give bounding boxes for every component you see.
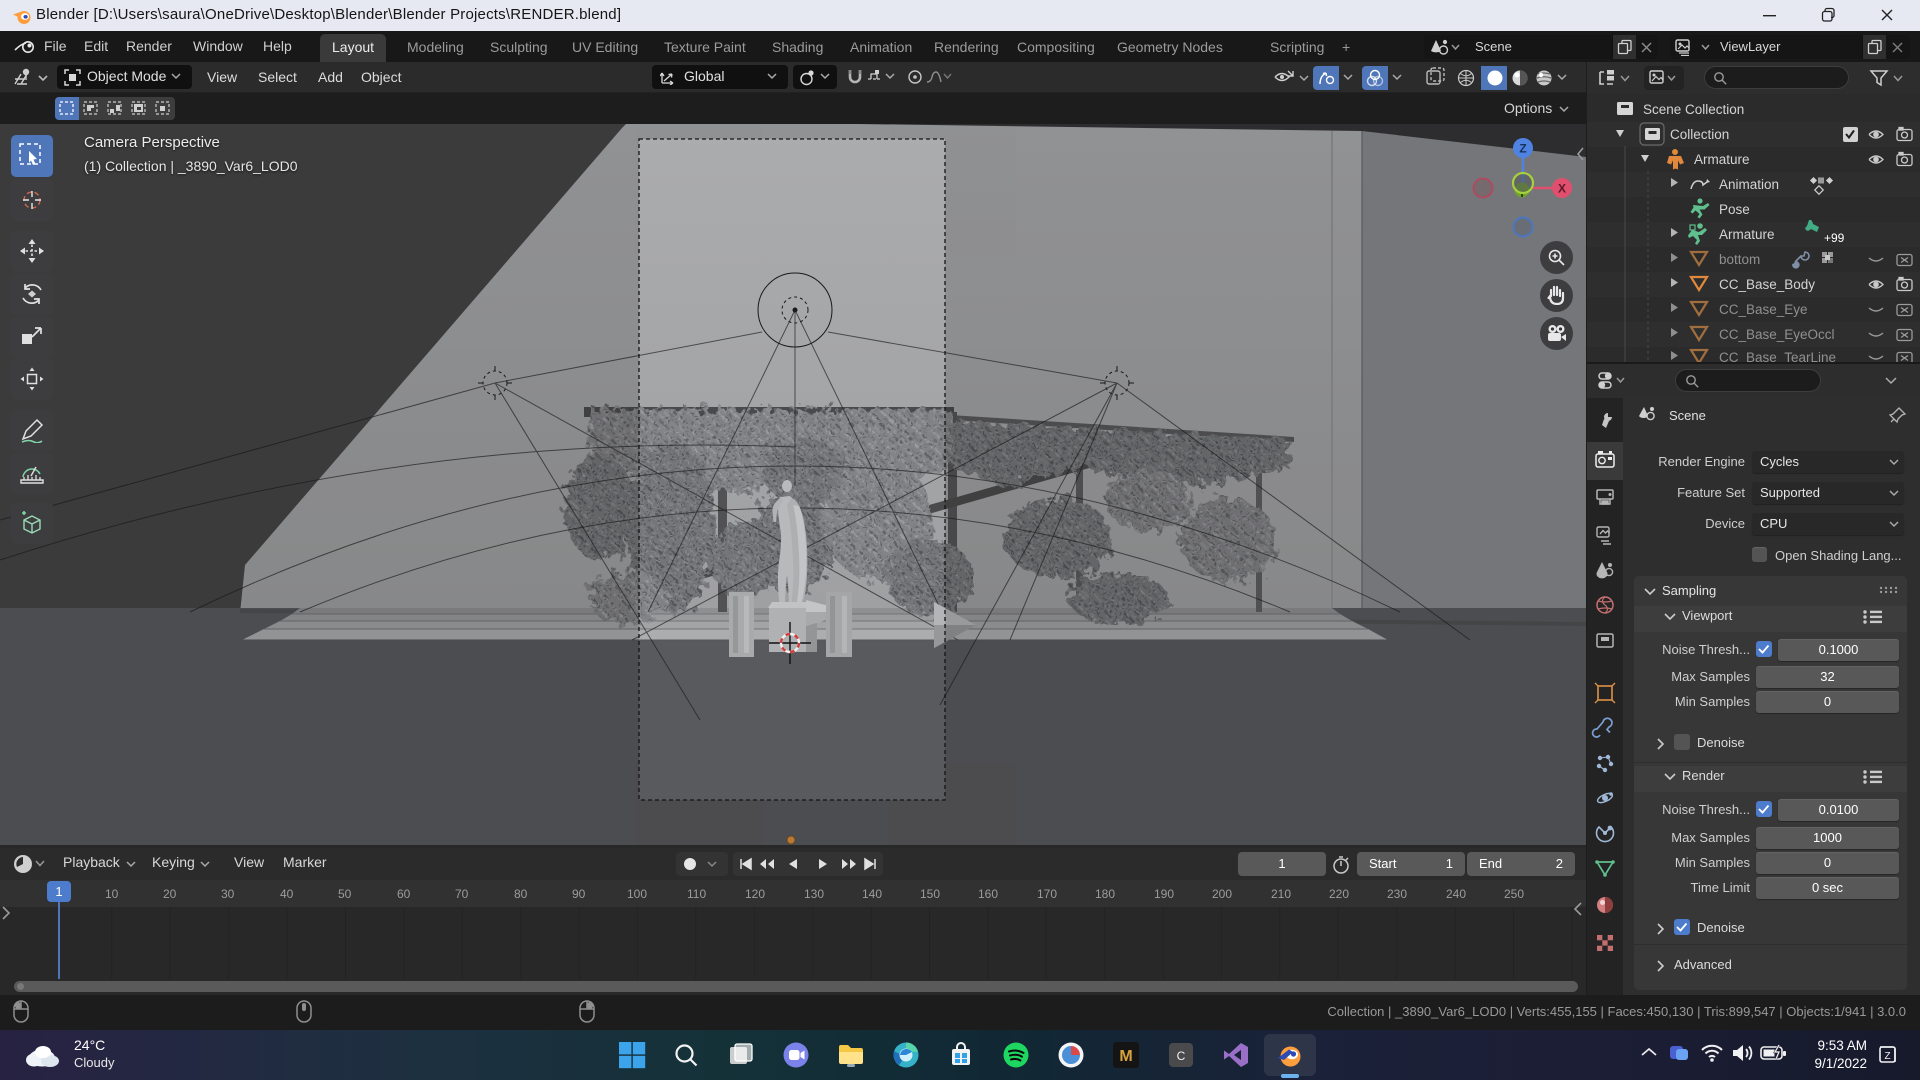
svg-text:Collection: Collection xyxy=(1670,127,1729,142)
svg-text:X: X xyxy=(1558,182,1566,196)
svg-text:Armature: Armature xyxy=(1694,152,1750,167)
svg-text:C: C xyxy=(1177,1049,1186,1063)
svg-text:Animation: Animation xyxy=(1719,177,1779,192)
svg-text:CC_Base_Eye: CC_Base_Eye xyxy=(1719,302,1808,317)
svg-text:Z: Z xyxy=(1884,1051,1890,1062)
svg-text:+99: +99 xyxy=(1824,231,1845,245)
svg-text:CC_Base_EyeOccl: CC_Base_EyeOccl xyxy=(1719,327,1835,342)
svg-text:Scene Collection: Scene Collection xyxy=(1643,102,1744,117)
svg-text:1: 1 xyxy=(55,884,62,899)
svg-text:Z: Z xyxy=(1519,142,1526,156)
svg-text:CC_Base_Body: CC_Base_Body xyxy=(1719,277,1815,292)
svg-text:M: M xyxy=(1119,1048,1132,1065)
svg-text:bottom: bottom xyxy=(1719,252,1760,267)
svg-text:CC_Base_TearLine: CC_Base_TearLine xyxy=(1719,350,1836,362)
svg-text:Pose: Pose xyxy=(1719,202,1750,217)
svg-text:Armature: Armature xyxy=(1719,227,1775,242)
